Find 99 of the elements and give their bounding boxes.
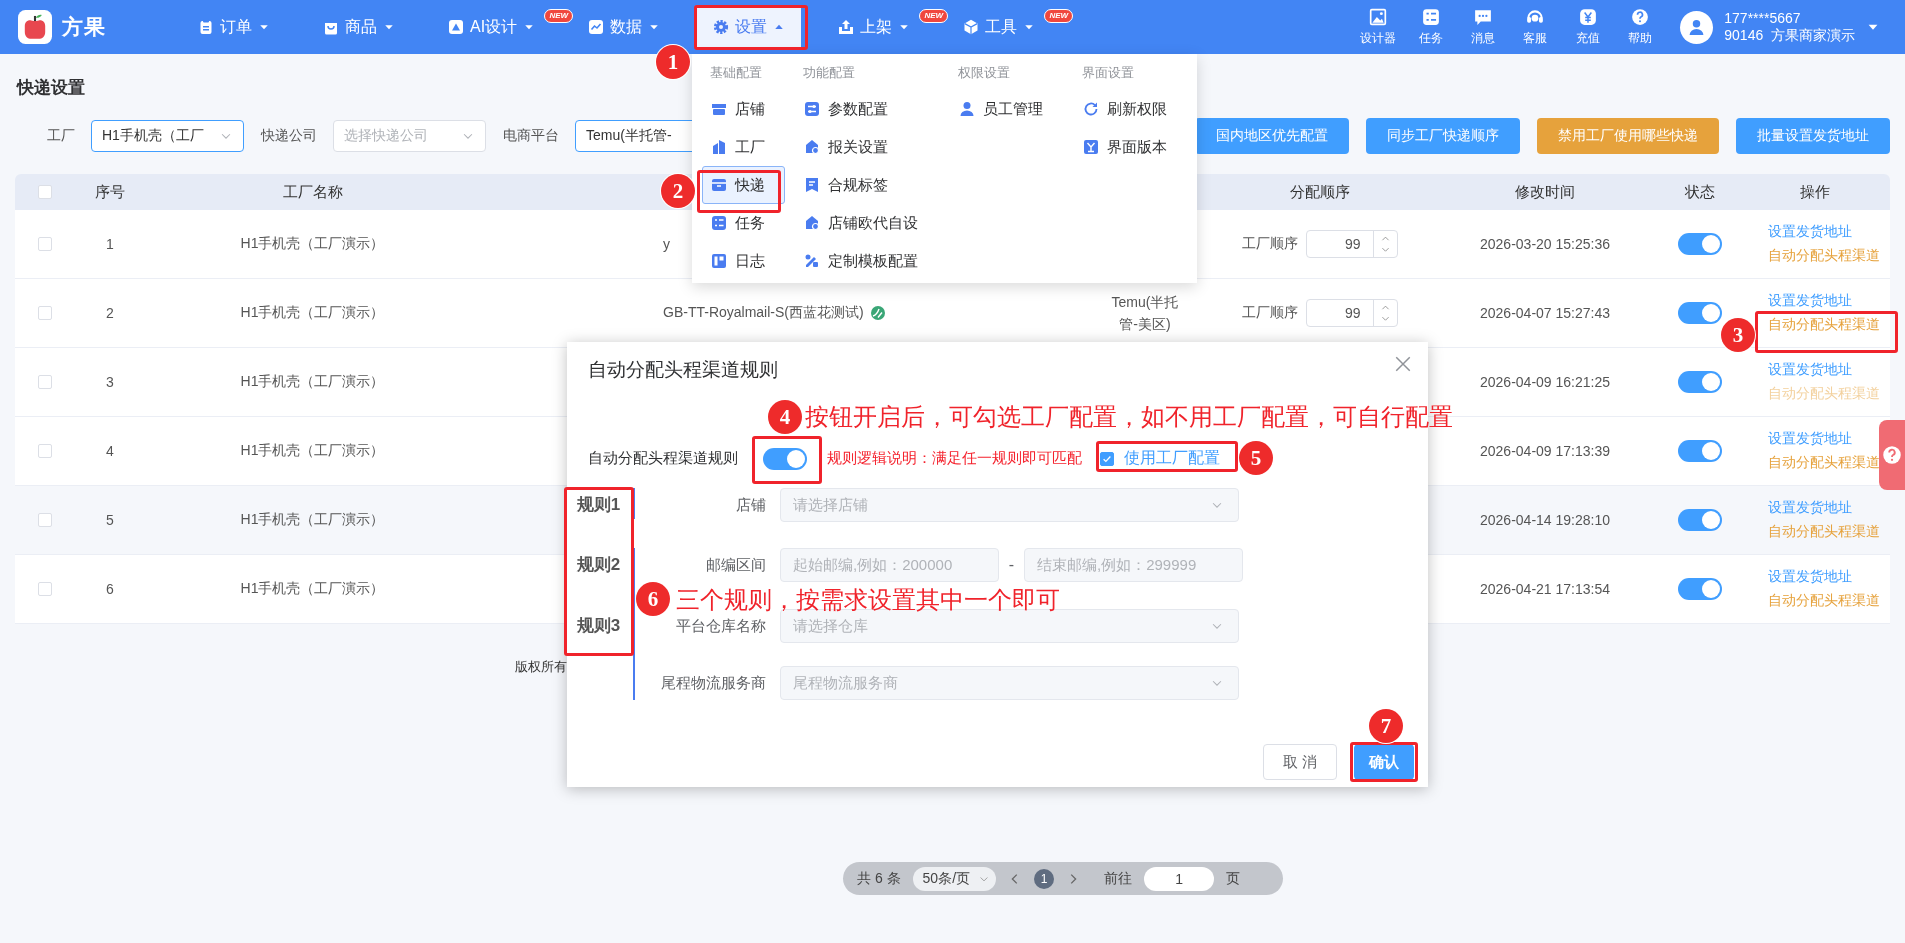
select-field[interactable]: 请选择店铺: [780, 488, 1239, 522]
select-field[interactable]: H1手机壳（工厂: [91, 120, 244, 152]
user-phone: 177****5667: [1724, 10, 1802, 27]
action-link[interactable]: 设置发货地址: [1768, 292, 1852, 310]
field-label: 邮编区间: [705, 555, 767, 575]
new-badge: NEW: [919, 9, 949, 23]
column-header: 分配顺序: [1290, 182, 1350, 202]
total-count: 共 6 条: [857, 869, 901, 888]
table-cell: 2026-04-21 17:13:54: [1480, 581, 1610, 597]
toolbar-button[interactable]: 充值: [1561, 7, 1614, 47]
order-label: 工厂顺序: [1242, 235, 1298, 253]
table-cell: 6: [106, 581, 114, 597]
page-number[interactable]: 1: [1034, 868, 1055, 889]
column-header: 操作: [1800, 182, 1830, 202]
range-separator: -: [1007, 555, 1016, 575]
new-badge: NEW: [1044, 9, 1074, 23]
table-cell: H1手机壳（工厂演示）: [240, 511, 385, 529]
filter-label: 电商平台: [503, 127, 559, 145]
new-badge: NEW: [544, 9, 574, 23]
field-label: 平台仓库名称: [675, 616, 767, 636]
shop-name: 90146 方果商家演示: [1724, 27, 1855, 44]
table-cell-text: Temu(半托管-美区): [1110, 293, 1180, 334]
table-cell: 3: [106, 374, 114, 390]
rule-label: 规则3: [576, 615, 621, 637]
action-button[interactable]: 批量设置发货地址: [1736, 118, 1890, 154]
rule-label: 规则1: [576, 494, 621, 516]
column-header: 状态: [1685, 182, 1715, 202]
field-label: 尾程物流服务商: [660, 673, 767, 693]
input-field[interactable]: 结束邮编,例如：299999: [1024, 548, 1243, 582]
confirm-button[interactable]: 确认: [1354, 744, 1414, 780]
page-unit: 页: [1226, 869, 1241, 888]
number-input[interactable]: 99: [1306, 299, 1398, 327]
number-input[interactable]: 99: [1306, 230, 1398, 258]
goto-label: 前往: [1104, 869, 1133, 888]
table-cell: 1: [106, 236, 114, 252]
select-field[interactable]: 选择快递公司: [333, 120, 486, 152]
action-link[interactable]: 自动分配头程渠道: [1768, 247, 1880, 265]
toolbar-button[interactable]: 客服: [1509, 7, 1562, 47]
action-link[interactable]: 设置发货地址: [1768, 430, 1852, 448]
action-link[interactable]: 设置发货地址: [1768, 223, 1852, 241]
column-header: 工厂名称: [282, 182, 343, 202]
table-cell: 2026-04-14 19:28:10: [1480, 512, 1610, 528]
table-cell: 2026-03-20 15:25:36: [1480, 236, 1610, 252]
toolbar-button[interactable]: 消息: [1456, 7, 1510, 47]
rule-label: 规则2: [576, 554, 621, 576]
action-link[interactable]: 自动分配头程渠道: [1768, 316, 1880, 334]
menu-heading: 功能配置: [803, 64, 856, 82]
brand-name: 方果: [62, 14, 106, 40]
copyright-text: 版权所有: [515, 659, 567, 674]
column-header: 序号: [95, 182, 125, 202]
table-cell: 4: [106, 443, 114, 459]
table-cell: H1手机壳（工厂演示）: [240, 442, 385, 460]
toolbar-button[interactable]: 帮助: [1613, 7, 1667, 47]
hint-text: 规则逻辑说明：满足任一规则即可匹配: [827, 449, 1082, 468]
dialog-title: 自动分配头程渠道规则: [588, 358, 778, 382]
table-cell: y: [663, 236, 670, 252]
menu-heading: 权限设置: [958, 64, 1011, 82]
table-cell: 5: [106, 512, 114, 528]
table-cell: H1手机壳（工厂演示）: [240, 580, 385, 598]
table-cell: H1手机壳（工厂演示）: [240, 373, 385, 391]
table-cell: 2026-04-09 16:21:25: [1480, 374, 1610, 390]
filter-label: 工厂: [47, 127, 75, 145]
action-button[interactable]: 禁用工厂使用哪些快递: [1537, 118, 1719, 154]
page-title: 快递设置: [17, 77, 86, 99]
select-field[interactable]: 尾程物流服务商: [780, 666, 1239, 700]
step-badge: 1: [656, 45, 690, 79]
menu-item[interactable]: 界面版本: [1074, 128, 1192, 166]
column-header: 修改时间: [1515, 182, 1575, 202]
input-field[interactable]: 起始邮编,例如：200000: [780, 548, 999, 582]
action-link[interactable]: 设置发货地址: [1768, 499, 1852, 517]
toolbar-button[interactable]: 设计器: [1351, 7, 1405, 47]
table-cell: 2026-04-07 15:27:43: [1480, 305, 1610, 321]
page-input[interactable]: 1: [1144, 866, 1215, 891]
cancel-button[interactable]: 取 消: [1262, 744, 1337, 780]
action-link[interactable]: 设置发货地址: [1768, 568, 1852, 586]
action-link[interactable]: 自动分配头程渠道: [1768, 592, 1880, 610]
action-link[interactable]: 设置发货地址: [1768, 361, 1852, 379]
action-link[interactable]: 自动分配头程渠道: [1768, 454, 1880, 472]
page-size-select[interactable]: 50条/页: [912, 866, 997, 891]
action-button[interactable]: 同步工厂快递顺序: [1366, 118, 1520, 154]
checkbox-option[interactable]: 使用工厂配置: [1100, 448, 1220, 469]
table-cell: 2026-04-09 17:13:39: [1480, 443, 1610, 459]
table-cell: 2: [106, 305, 114, 321]
table-cell: H1手机壳（工厂演示）: [240, 304, 385, 322]
table-cell: H1手机壳（工厂演示）: [240, 235, 385, 253]
table-cell: GB-TT-Royalmail-S(西蓝花测试): [663, 304, 864, 322]
menu-item[interactable]: 合规标签: [795, 166, 958, 204]
menu-heading: 基础配置: [710, 64, 763, 82]
field-label: 自动分配头程渠道规则: [588, 449, 738, 468]
nav-menu-item[interactable]: 订单: [182, 5, 286, 49]
action-link[interactable]: 自动分配头程渠道: [1768, 523, 1880, 541]
nav-menu-item[interactable]: 商品: [307, 5, 411, 49]
annotation-text: 按钮开启后，可勾选工厂配置，如不用工厂配置，可自行配置: [805, 403, 1453, 431]
menu-heading: 界面设置: [1082, 64, 1135, 82]
field-label: 店铺: [735, 495, 767, 515]
order-label: 工厂顺序: [1242, 304, 1298, 322]
toolbar-button[interactable]: 任务: [1404, 7, 1457, 47]
action-button[interactable]: 国内地区优先配置: [1195, 118, 1349, 154]
filter-label: 快递公司: [261, 127, 317, 145]
